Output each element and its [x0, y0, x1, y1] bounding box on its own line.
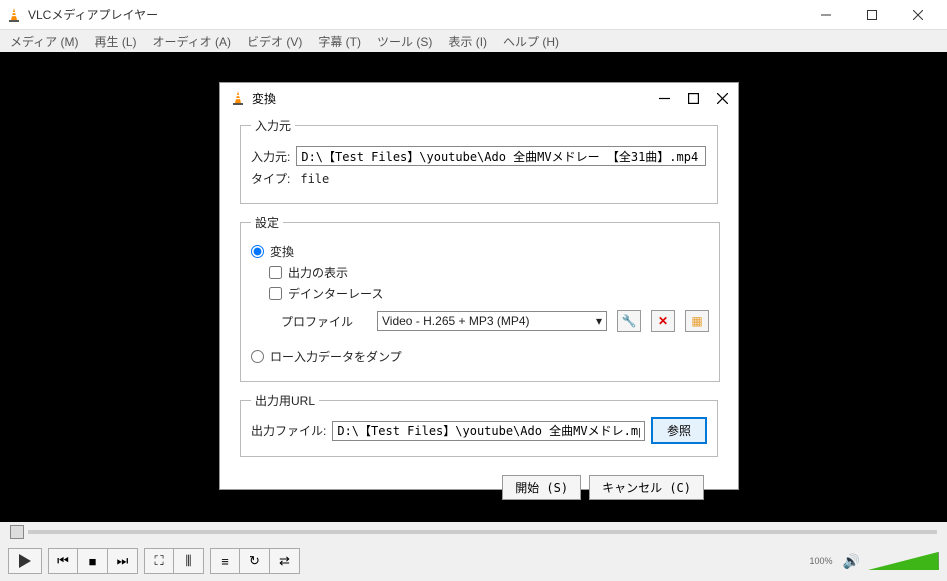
profile-delete-button[interactable]: ✕	[651, 310, 675, 332]
checkbox-show-output[interactable]	[269, 266, 282, 279]
legend-source: 入力元	[251, 117, 295, 134]
seek-track	[28, 530, 937, 534]
delete-x-icon: ✕	[658, 314, 668, 328]
radio-dump[interactable]	[251, 350, 264, 363]
label-deinterlace: デインターレース	[288, 285, 383, 302]
cancel-button[interactable]: キャンセル (C)	[589, 475, 704, 500]
label-profile: プロファイル	[281, 313, 367, 330]
playlist-icon: ≡	[221, 554, 229, 569]
equalizer-icon: ⫼	[186, 553, 192, 569]
stop-icon: ■	[89, 554, 97, 569]
ext-settings-button[interactable]: ⫼	[174, 548, 204, 574]
close-button[interactable]	[895, 0, 941, 30]
profile-new-button[interactable]: ▦	[685, 310, 709, 332]
menu-video[interactable]: ビデオ (V)	[241, 31, 308, 52]
label-convert: 変換	[270, 243, 294, 260]
main-window-title: VLCメディアプレイヤー	[28, 6, 803, 23]
fullscreen-button[interactable]: ⛶	[144, 548, 174, 574]
profile-edit-button[interactable]: 🔧	[617, 310, 641, 332]
convert-dialog: 変換 入力元 入力元: タイプ: file	[219, 82, 739, 490]
maximize-button[interactable]	[849, 0, 895, 30]
vlc-cone-icon	[230, 90, 246, 106]
legend-output: 出力用URL	[251, 392, 319, 409]
label-show-output: 出力の表示	[288, 264, 348, 281]
fieldset-output: 出力用URL 出力ファイル: 参照	[240, 392, 718, 457]
loop-icon: ↻	[249, 553, 260, 569]
new-doc-icon: ▦	[691, 314, 702, 328]
radio-convert[interactable]	[251, 245, 264, 258]
dialog-maximize-button[interactable]	[688, 93, 699, 104]
shuffle-button[interactable]: ⇄	[270, 548, 300, 574]
play-button[interactable]	[8, 548, 42, 574]
dialog-close-button[interactable]	[717, 93, 728, 104]
legend-settings: 設定	[251, 214, 283, 231]
menu-help[interactable]: ヘルプ (H)	[497, 31, 565, 52]
dialog-minimize-button[interactable]	[659, 93, 670, 104]
volume-slider[interactable]	[868, 552, 939, 570]
chevron-down-icon: ▾	[596, 314, 602, 328]
input-source[interactable]	[296, 146, 706, 166]
skip-next-icon: ⏭	[117, 553, 129, 569]
playlist-button[interactable]: ≡	[210, 548, 240, 574]
menu-tools[interactable]: ツール (S)	[371, 31, 438, 52]
next-button[interactable]: ⏭	[108, 548, 138, 574]
minimize-button[interactable]	[803, 0, 849, 30]
vlc-cone-icon	[6, 7, 22, 23]
fieldset-source: 入力元 入力元: タイプ: file	[240, 117, 718, 204]
menu-view[interactable]: 表示 (I)	[442, 31, 493, 52]
mute-icon[interactable]: 🔊	[843, 553, 860, 570]
label-output-file: 出力ファイル:	[251, 422, 326, 439]
menu-audio[interactable]: オーディオ (A)	[147, 31, 238, 52]
select-profile-value: Video - H.265 + MP3 (MP4)	[382, 314, 530, 328]
label-dump: ロー入力データをダンプ	[270, 348, 402, 365]
input-output-file[interactable]	[332, 421, 645, 441]
loop-button[interactable]: ↻	[240, 548, 270, 574]
wrench-icon: 🔧	[622, 314, 637, 328]
menu-playback[interactable]: 再生 (L)	[88, 31, 142, 52]
video-area: 変換 入力元 入力元: タイプ: file	[0, 52, 947, 522]
seek-handle[interactable]	[10, 525, 24, 539]
shuffle-icon: ⇄	[279, 553, 290, 569]
menu-subtitle[interactable]: 字幕 (T)	[312, 31, 367, 52]
menu-media[interactable]: メディア (M)	[4, 31, 84, 52]
stop-button[interactable]: ■	[78, 548, 108, 574]
checkbox-deinterlace[interactable]	[269, 287, 282, 300]
prev-button[interactable]: ⏮	[48, 548, 78, 574]
browse-button[interactable]: 参照	[651, 417, 707, 444]
seek-bar[interactable]	[0, 522, 947, 542]
select-profile[interactable]: Video - H.265 + MP3 (MP4) ▾	[377, 311, 607, 331]
fieldset-settings: 設定 変換 出力の表示 デインターレース プロファイル Video - H.26…	[240, 214, 720, 382]
label-type: タイプ:	[251, 170, 290, 187]
skip-prev-icon: ⏮	[57, 553, 69, 569]
volume-percent: 100%	[810, 556, 833, 566]
value-type: file	[300, 172, 329, 186]
fullscreen-icon: ⛶	[154, 553, 163, 569]
label-source: 入力元:	[251, 148, 290, 165]
start-button[interactable]: 開始 (S)	[502, 475, 581, 500]
dialog-title: 変換	[252, 90, 659, 107]
